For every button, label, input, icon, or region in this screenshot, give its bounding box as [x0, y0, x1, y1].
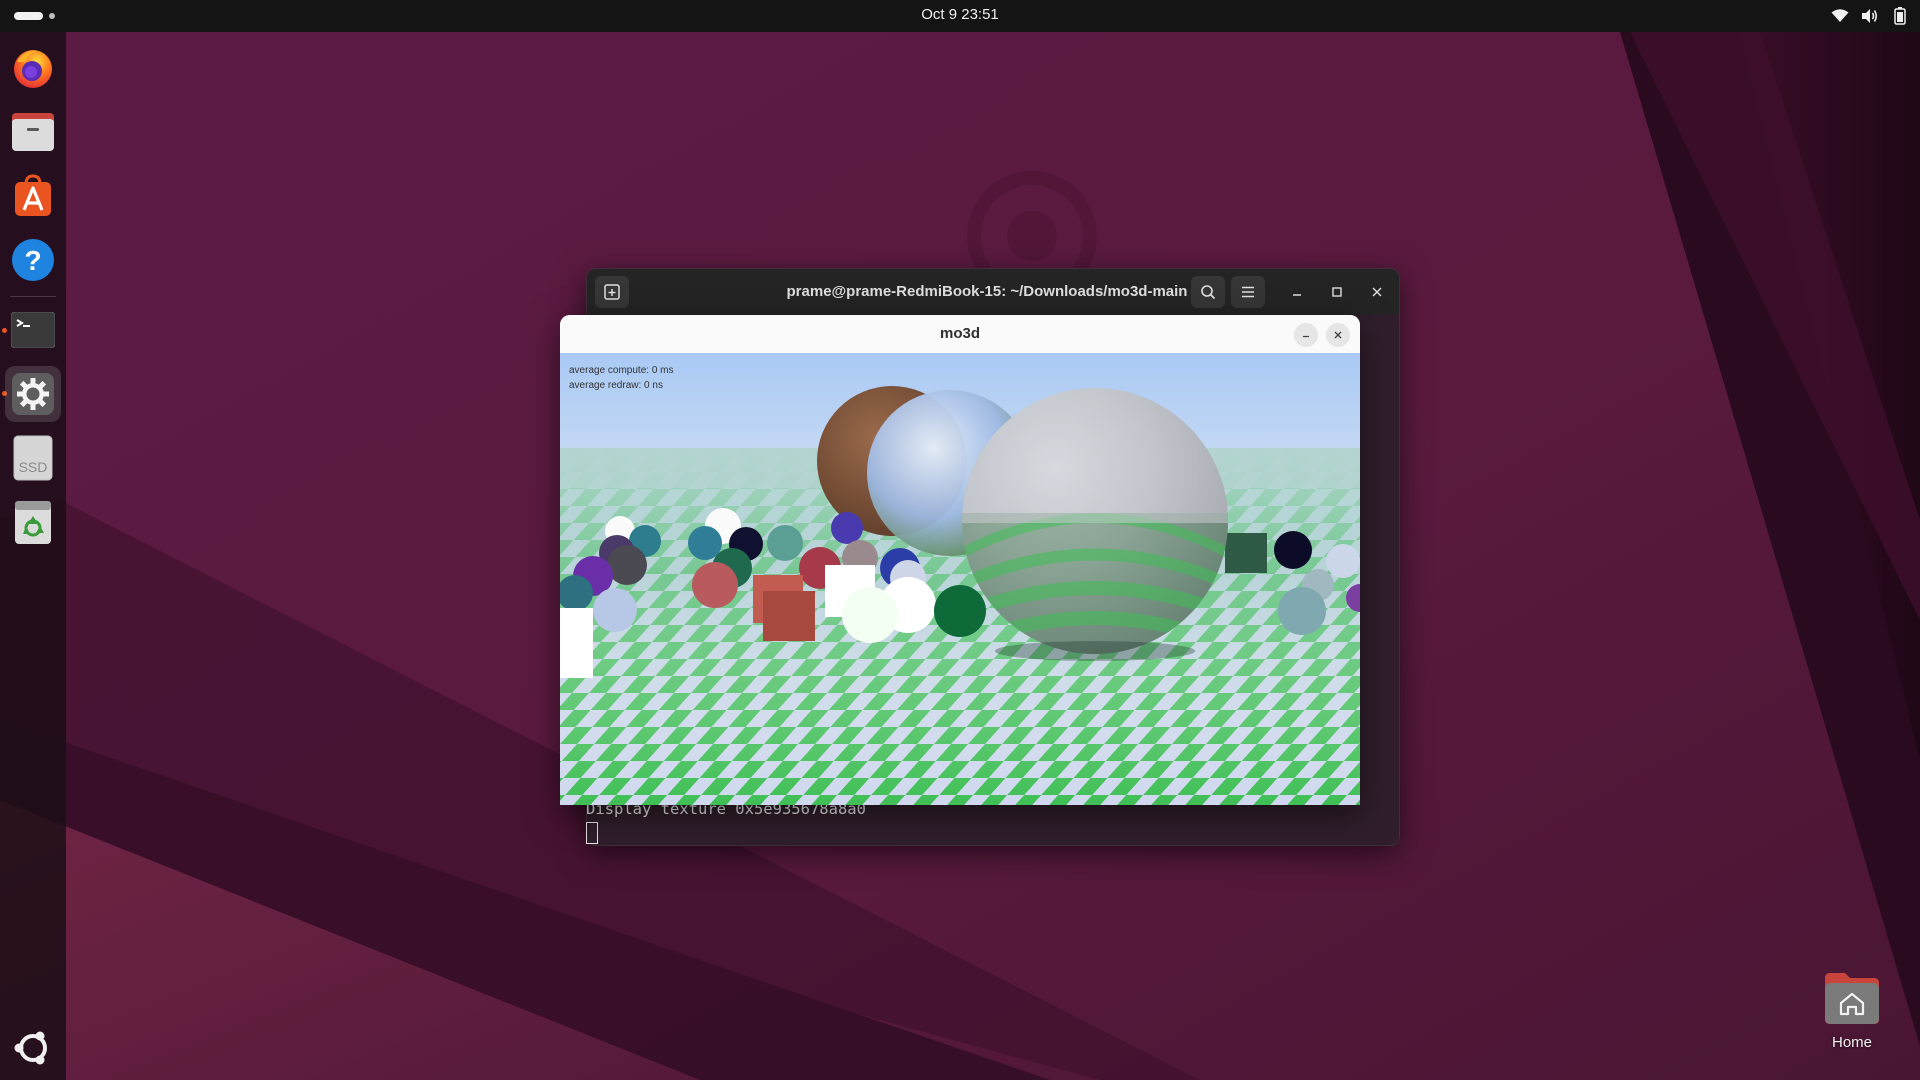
wifi-icon[interactable]	[1830, 6, 1850, 26]
activities-indicator[interactable]	[14, 12, 56, 20]
terminal-title: prame@prame-RedmiBook-15: ~/Downloads/mo…	[786, 283, 1188, 300]
close-icon	[1334, 331, 1342, 339]
render-viewport[interactable]: average compute: 0 ms average redraw: 0 …	[560, 353, 1360, 805]
terminal-minimize-button[interactable]	[1280, 276, 1314, 308]
dock-show-apps[interactable]	[5, 1020, 61, 1076]
terminal-menu-button[interactable]	[1231, 276, 1265, 308]
average-redraw-label: average redraw: 0 ns	[569, 380, 663, 391]
workspace-active-pill	[14, 12, 43, 20]
files-icon	[12, 113, 54, 151]
volume-icon[interactable]	[1860, 6, 1880, 26]
workspace-dot	[49, 13, 55, 19]
render-stats-overlay: average compute: 0 ms average redraw: 0 …	[569, 363, 674, 393]
svg-text:SSD: SSD	[19, 459, 48, 475]
terminal-cursor	[586, 822, 598, 844]
new-tab-button[interactable]	[595, 276, 629, 308]
new-tab-icon	[604, 284, 620, 300]
system-tray[interactable]	[1830, 6, 1910, 26]
dock-trash[interactable]	[5, 494, 61, 550]
search-icon	[1201, 285, 1216, 300]
dock-files[interactable]	[5, 104, 61, 160]
trash-icon	[15, 501, 51, 544]
top-bar: Oct 9 23:51	[0, 0, 1920, 32]
svg-text:?: ?	[24, 245, 41, 276]
terminal-close-button[interactable]	[1360, 276, 1394, 308]
ubuntu-logo-icon	[14, 1031, 47, 1065]
drive-icon: SSD	[13, 435, 53, 481]
clock-label[interactable]: Oct 9 23:51	[921, 6, 999, 23]
average-compute-label: average compute: 0 ms	[569, 365, 674, 376]
terminal-search-button[interactable]	[1191, 276, 1225, 308]
mo3d-header-bar[interactable]: mo3d	[560, 315, 1360, 353]
help-icon: ?	[12, 239, 54, 281]
dock-separator	[10, 296, 56, 297]
dock-firefox[interactable]	[5, 40, 61, 96]
settings-icon	[12, 373, 54, 415]
dock-ssd-drive[interactable]: SSD	[5, 430, 61, 486]
dock-help[interactable]: ?	[5, 232, 61, 288]
terminal-maximize-button[interactable]	[1320, 276, 1354, 308]
minimize-icon	[1293, 294, 1301, 296]
mo3d-window[interactable]: mo3d average compute: 0 ms average redra…	[560, 315, 1360, 805]
mo3d-minimize-button[interactable]	[1294, 323, 1318, 347]
minimize-icon	[1303, 335, 1309, 338]
terminal-icon	[11, 312, 55, 348]
close-icon	[1372, 287, 1382, 297]
hamburger-menu-icon	[1242, 286, 1254, 298]
dock-settings[interactable]	[5, 366, 61, 422]
battery-icon[interactable]	[1890, 6, 1910, 26]
clock-area: Oct 9 23:51	[0, 0, 1920, 32]
dock-app-center[interactable]	[5, 168, 61, 224]
mo3d-title: mo3d	[939, 325, 980, 342]
dock-terminal[interactable]	[5, 302, 61, 358]
dock: ? SSD	[0, 32, 66, 1080]
home-folder-icon	[1825, 973, 1879, 1024]
firefox-icon	[14, 50, 52, 88]
terminal-header-bar[interactable]: prame@prame-RedmiBook-15: ~/Downloads/mo…	[587, 269, 1399, 315]
home-label: Home	[1831, 1034, 1872, 1051]
raytraced-scene	[560, 353, 1360, 805]
desktop-home-icon[interactable]: Home	[1812, 970, 1892, 1060]
mo3d-close-button[interactable]	[1326, 323, 1350, 347]
app-center-icon	[15, 174, 51, 216]
maximize-icon	[1332, 287, 1342, 297]
